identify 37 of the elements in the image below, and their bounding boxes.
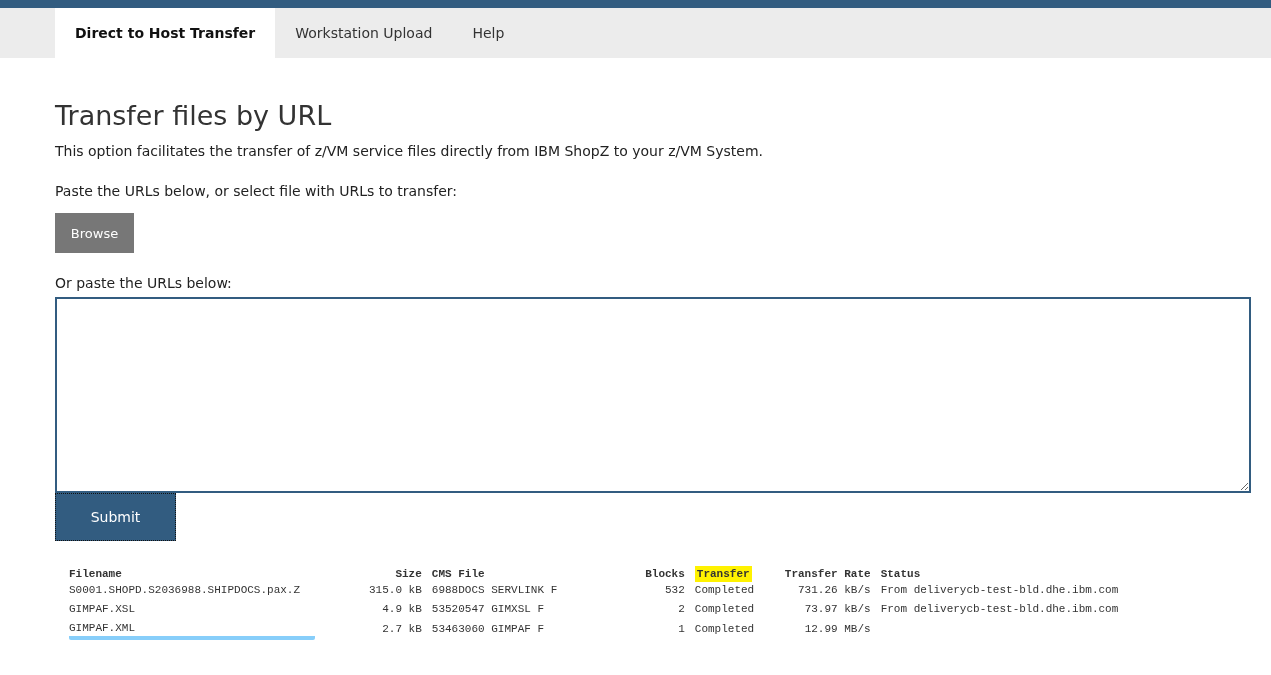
urls-field[interactable] — [55, 297, 1251, 493]
table-cell: Completed — [694, 584, 755, 596]
intro-text: This option facilitates the transfer of z/VM service files directly from IBM ShopZ to your z/VM System. — [55, 143, 764, 159]
table-cell: 2.7 kB — [382, 623, 422, 635]
paste-prompt: Paste the URLs below, or select file with URLs to transfer: — [55, 183, 458, 199]
column-header: Transfer — [694, 566, 752, 582]
table-cell: S0001.SHOPD.S2036988.SHIPDOCS.pax.Z — [69, 584, 301, 596]
tab[interactable]: Help — [452, 8, 525, 58]
table-cell: 2 — [678, 603, 685, 615]
column-header: Filename — [69, 568, 122, 580]
table-cell: From deliverycb-test-bld.dhe.ibm.com — [880, 584, 1119, 596]
tab[interactable]: Direct to Host Transfer — [55, 8, 276, 58]
table-cell: From deliverycb-test-bld.dhe.ibm.com — [880, 603, 1119, 615]
column-header: Size — [395, 568, 422, 580]
table-cell: 315.0 kB — [369, 584, 422, 596]
table-cell: GIMPAF.XML — [69, 621, 315, 640]
table-cell: 53463060 GIMPAF F — [431, 623, 545, 635]
table-cell: 73.97 kB/s — [804, 603, 871, 615]
column-header: Transfer Rate — [784, 568, 871, 580]
table-cell: GIMPAF.XSL — [69, 603, 135, 615]
table-cell: 6988DOCS SERVLINK F — [431, 584, 558, 596]
urls-label: Or paste the URLs below: — [55, 275, 233, 291]
table-cell: 731.26 kB/s — [798, 584, 871, 596]
tab[interactable]: Workstation Upload — [275, 8, 453, 58]
table-cell: 12.99 MB/s — [804, 623, 871, 635]
table-cell: Completed — [694, 603, 755, 615]
table-cell: 1 — [678, 623, 685, 635]
submit-button[interactable]: Submit — [55, 493, 176, 541]
page-title: Transfer files by URL — [55, 100, 333, 131]
table-cell: Completed — [694, 623, 755, 635]
table-cell: 4.9 kB — [382, 603, 422, 615]
table-cell: 53520547 GIMXSL F — [431, 603, 545, 615]
column-header: Status — [880, 568, 921, 580]
column-header: Blocks — [645, 568, 685, 580]
column-header: CMS File — [431, 568, 485, 580]
browse-button[interactable]: Browse — [55, 213, 134, 253]
table-cell: 532 — [665, 584, 685, 596]
